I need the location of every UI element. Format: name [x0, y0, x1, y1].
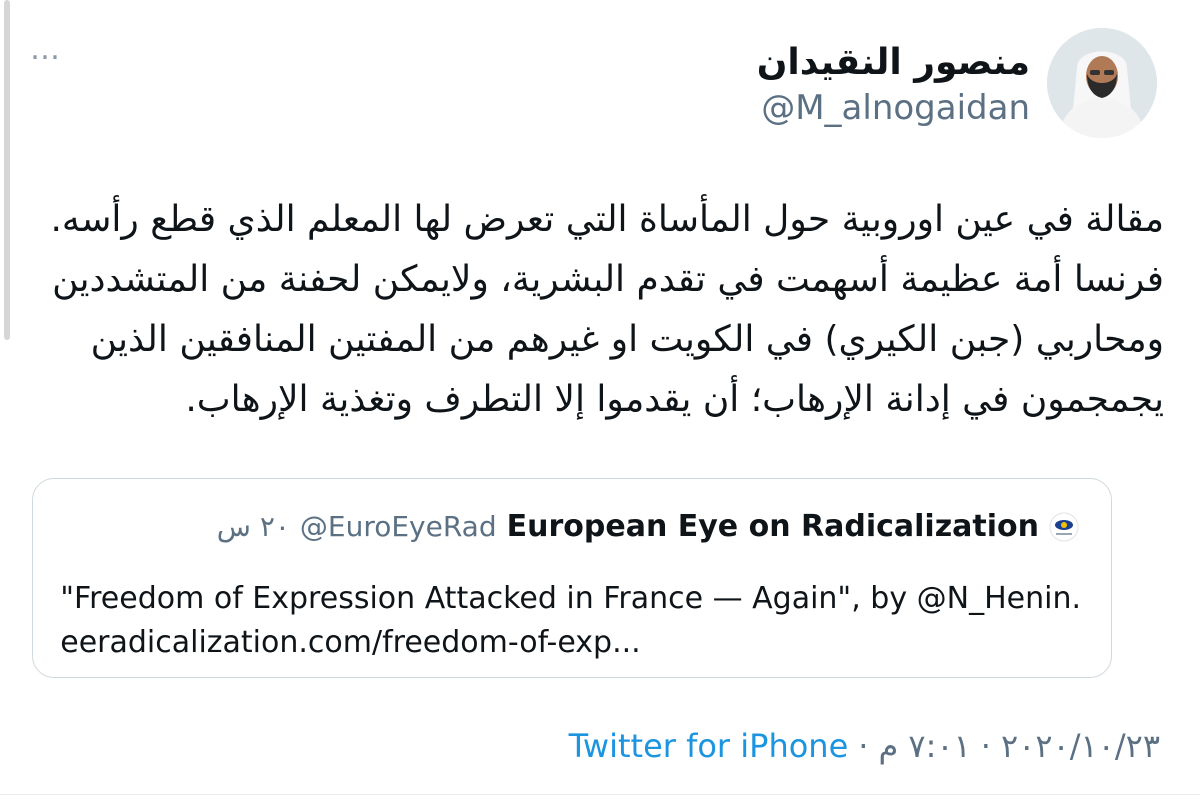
divider [0, 794, 1200, 795]
tweet-line: ومحاربي (جبن الكيري) في الكويت او غيرهم … [90, 319, 1164, 360]
more-options-icon[interactable]: … [30, 35, 62, 65]
quoted-tweet-line: "Freedom of Expression Attacked in Franc… [60, 581, 1081, 616]
avatar[interactable] [1047, 28, 1157, 138]
quoted-tweet-text: "Freedom of Expression Attacked in Franc… [60, 577, 1081, 665]
separator-dot: · [858, 727, 869, 765]
author-handle[interactable]: @M_alnogaidan [761, 88, 1030, 128]
tweet-date[interactable]: ٢٠٢٠/١٠/٢٣ [1001, 727, 1160, 765]
tweet-source-link[interactable]: Twitter for iPhone [569, 727, 849, 765]
quoted-tweet-link[interactable]: eeradicalization.com/freedom-of-exp... [60, 621, 1081, 665]
tweet-text: مقالة في عين اوروبية حول المأساة التي تع… [50, 190, 1164, 430]
author-display-name[interactable]: منصور النقيدان [757, 42, 1030, 83]
quoted-tweet-header: European Eye on Radicalization @EuroEyeR… [217, 509, 1079, 544]
quoted-account-handle[interactable]: @EuroEyeRad [300, 510, 497, 543]
separator-dot: · [980, 727, 991, 765]
quoted-tweet-card[interactable]: European Eye on Radicalization @EuroEyeR… [32, 478, 1112, 678]
tweet-line: فرنسا أمة عظيمة أسهمت في تقدم البشرية، و… [52, 259, 1164, 300]
tweet-time[interactable]: ٧:٠١ م [878, 727, 970, 765]
quoted-account-logo-icon [1049, 511, 1079, 542]
quoted-tweet-time: ٢٠ س [216, 510, 290, 543]
avatar-image [1047, 28, 1157, 138]
tweet-line: مقالة في عين اوروبية حول المأساة التي تع… [50, 199, 1164, 240]
tweet-metadata: ٢٠٢٠/١٠/٢٣ · ٧:٠١ م · Twitter for iPhone [569, 727, 1160, 765]
quoted-account-name[interactable]: European Eye on Radicalization [507, 509, 1039, 544]
tweet-line: يجمجمون في إدانة الإرهاب؛ أن يقدموا إلا … [185, 379, 1164, 420]
scrollbar[interactable] [4, 0, 10, 340]
